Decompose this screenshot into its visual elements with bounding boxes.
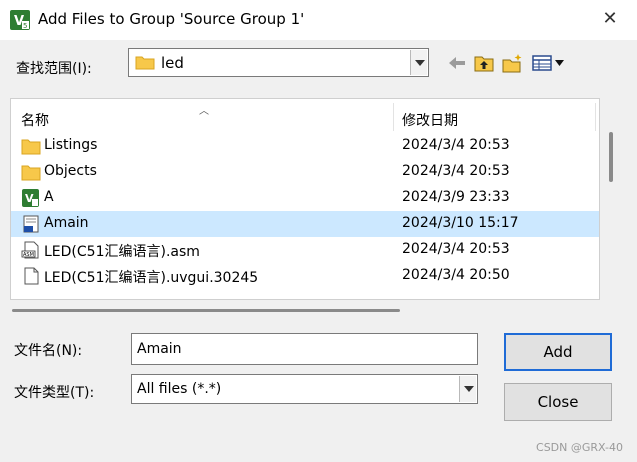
- column-divider[interactable]: [393, 103, 394, 131]
- add-button[interactable]: Add: [504, 333, 612, 371]
- svg-text:5: 5: [23, 22, 27, 30]
- file-name-input[interactable]: [131, 333, 478, 365]
- file-type-dropdown-button[interactable]: [459, 376, 476, 402]
- chevron-down-icon: [464, 386, 474, 392]
- svg-text:ASM: ASM: [23, 252, 34, 258]
- file-type-value: All files (*.*): [137, 381, 222, 397]
- file-date: 2024/3/10 15:17: [402, 215, 519, 231]
- file-date: 2024/3/4 20:53: [402, 241, 510, 257]
- sort-ascending-icon: ︿: [199, 106, 209, 117]
- back-icon[interactable]: [446, 52, 468, 74]
- scrollbar-thumb[interactable]: [12, 309, 400, 312]
- file-list[interactable]: ︿ 名称 修改日期 Listings 2024/3/4 20:53 Object…: [10, 98, 600, 300]
- window-title: Add Files to Group 'Source Group 1': [38, 10, 305, 28]
- file-icon: [23, 215, 39, 233]
- column-header-date[interactable]: 修改日期: [402, 110, 458, 130]
- file-icon: [24, 267, 39, 285]
- close-window-button[interactable]: ✕: [599, 8, 621, 30]
- watermark: CSDN @GRX-40: [536, 441, 623, 454]
- title-bar: V 5 Add Files to Group 'Source Group 1' …: [0, 0, 637, 40]
- column-divider[interactable]: [595, 103, 596, 131]
- uvision-project-icon: V: [22, 189, 39, 207]
- list-header: ︿ 名称 修改日期: [11, 99, 599, 133]
- file-type-combobox[interactable]: All files (*.*): [131, 374, 478, 404]
- file-name: Amain: [44, 215, 89, 231]
- file-name: Objects: [44, 163, 97, 179]
- list-item[interactable]: Amain 2024/3/10 15:17: [11, 211, 599, 237]
- look-in-value: led: [161, 54, 184, 72]
- horizontal-scrollbar[interactable]: [10, 301, 600, 315]
- vertical-scrollbar[interactable]: [603, 98, 620, 300]
- column-header-name[interactable]: 名称: [21, 110, 49, 130]
- look-in-combobox[interactable]: led: [128, 48, 429, 77]
- asm-file-icon: ASM: [21, 241, 39, 259]
- file-name: A: [44, 189, 54, 205]
- up-folder-icon[interactable]: [473, 52, 495, 74]
- list-item[interactable]: V A 2024/3/9 23:33: [11, 185, 599, 211]
- list-item[interactable]: Listings 2024/3/4 20:53: [11, 133, 599, 159]
- scrollbar-thumb[interactable]: [609, 132, 613, 182]
- add-files-dialog: V 5 Add Files to Group 'Source Group 1' …: [0, 0, 637, 462]
- file-date: 2024/3/4 20:53: [402, 137, 510, 153]
- list-item[interactable]: LED(C51汇编语言).uvgui.30245 2024/3/4 20:50: [11, 263, 599, 289]
- folder-icon: [21, 139, 41, 155]
- file-name-label: 文件名(N):: [14, 343, 83, 359]
- file-name: LED(C51汇编语言).uvgui.30245: [44, 270, 259, 286]
- list-item[interactable]: Objects 2024/3/4 20:53: [11, 159, 599, 185]
- close-button[interactable]: Close: [504, 383, 612, 421]
- look-in-dropdown-button[interactable]: [410, 50, 427, 75]
- file-name: Listings: [44, 137, 98, 153]
- chevron-down-icon: [415, 60, 425, 66]
- uvision-app-icon: V 5: [10, 10, 30, 30]
- file-date: 2024/3/9 23:33: [402, 189, 510, 205]
- folder-icon: [135, 56, 155, 70]
- view-menu-icon[interactable]: [531, 52, 567, 74]
- folder-icon: [21, 165, 41, 181]
- new-folder-icon[interactable]: [501, 52, 523, 74]
- file-date: 2024/3/4 20:50: [402, 267, 510, 283]
- look-in-label: 查找范围(I):: [16, 61, 92, 77]
- list-item[interactable]: ASM LED(C51汇编语言).asm 2024/3/4 20:53: [11, 237, 599, 263]
- file-name: LED(C51汇编语言).asm: [44, 244, 200, 260]
- file-type-label: 文件类型(T):: [14, 385, 95, 401]
- file-date: 2024/3/4 20:53: [402, 163, 510, 179]
